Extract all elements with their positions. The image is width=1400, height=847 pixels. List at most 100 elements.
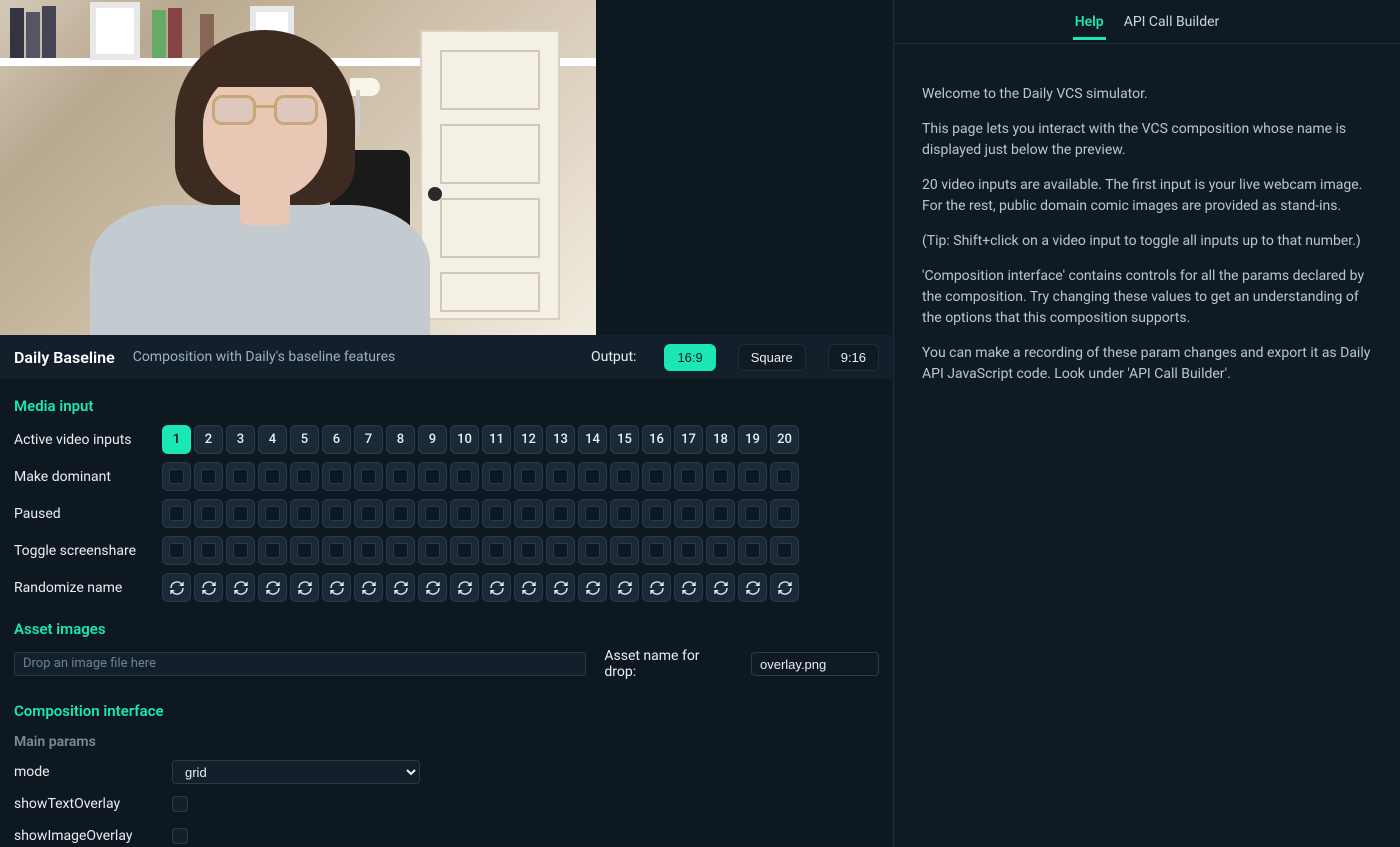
toggle-screenshare-17[interactable]: [674, 536, 703, 565]
toggle-screenshare-20[interactable]: [770, 536, 799, 565]
make-dominant-14[interactable]: [578, 462, 607, 491]
video-input-7[interactable]: 7: [354, 425, 383, 454]
paused-2[interactable]: [194, 499, 223, 528]
video-input-4[interactable]: 4: [258, 425, 287, 454]
toggle-screenshare-1[interactable]: [162, 536, 191, 565]
toggle-screenshare-11[interactable]: [482, 536, 511, 565]
paused-7[interactable]: [354, 499, 383, 528]
video-input-19[interactable]: 19: [738, 425, 767, 454]
randomize-name-17[interactable]: [674, 573, 703, 602]
paused-5[interactable]: [290, 499, 319, 528]
paused-15[interactable]: [610, 499, 639, 528]
mode-select[interactable]: grid: [172, 760, 420, 784]
make-dominant-3[interactable]: [226, 462, 255, 491]
paused-18[interactable]: [706, 499, 735, 528]
toggle-screenshare-19[interactable]: [738, 536, 767, 565]
video-input-10[interactable]: 10: [450, 425, 479, 454]
video-input-8[interactable]: 8: [386, 425, 415, 454]
video-input-18[interactable]: 18: [706, 425, 735, 454]
toggle-screenshare-2[interactable]: [194, 536, 223, 565]
asset-name-input[interactable]: [751, 652, 879, 676]
make-dominant-18[interactable]: [706, 462, 735, 491]
randomize-name-7[interactable]: [354, 573, 383, 602]
randomize-name-14[interactable]: [578, 573, 607, 602]
aspect-9-16-button[interactable]: 9:16: [828, 344, 879, 371]
paused-16[interactable]: [642, 499, 671, 528]
make-dominant-20[interactable]: [770, 462, 799, 491]
toggle-screenshare-15[interactable]: [610, 536, 639, 565]
paused-4[interactable]: [258, 499, 287, 528]
paused-17[interactable]: [674, 499, 703, 528]
make-dominant-11[interactable]: [482, 462, 511, 491]
video-input-1[interactable]: 1: [162, 425, 191, 454]
randomize-name-10[interactable]: [450, 573, 479, 602]
make-dominant-12[interactable]: [514, 462, 543, 491]
randomize-name-12[interactable]: [514, 573, 543, 602]
make-dominant-13[interactable]: [546, 462, 575, 491]
paused-11[interactable]: [482, 499, 511, 528]
make-dominant-2[interactable]: [194, 462, 223, 491]
asset-drop-zone[interactable]: Drop an image file here: [14, 652, 586, 676]
video-input-2[interactable]: 2: [194, 425, 223, 454]
toggle-screenshare-13[interactable]: [546, 536, 575, 565]
toggle-screenshare-5[interactable]: [290, 536, 319, 565]
video-input-13[interactable]: 13: [546, 425, 575, 454]
randomize-name-3[interactable]: [226, 573, 255, 602]
video-input-6[interactable]: 6: [322, 425, 351, 454]
randomize-name-6[interactable]: [322, 573, 351, 602]
make-dominant-17[interactable]: [674, 462, 703, 491]
paused-10[interactable]: [450, 499, 479, 528]
randomize-name-8[interactable]: [386, 573, 415, 602]
toggle-screenshare-14[interactable]: [578, 536, 607, 565]
randomize-name-11[interactable]: [482, 573, 511, 602]
aspect-16-9-button[interactable]: 16:9: [664, 344, 715, 371]
video-input-11[interactable]: 11: [482, 425, 511, 454]
randomize-name-4[interactable]: [258, 573, 287, 602]
paused-19[interactable]: [738, 499, 767, 528]
paused-6[interactable]: [322, 499, 351, 528]
toggle-screenshare-7[interactable]: [354, 536, 383, 565]
toggle-screenshare-3[interactable]: [226, 536, 255, 565]
paused-9[interactable]: [418, 499, 447, 528]
make-dominant-15[interactable]: [610, 462, 639, 491]
randomize-name-15[interactable]: [610, 573, 639, 602]
randomize-name-13[interactable]: [546, 573, 575, 602]
video-input-17[interactable]: 17: [674, 425, 703, 454]
randomize-name-16[interactable]: [642, 573, 671, 602]
paused-14[interactable]: [578, 499, 607, 528]
tab-help[interactable]: Help: [1073, 4, 1106, 40]
toggle-screenshare-4[interactable]: [258, 536, 287, 565]
video-input-14[interactable]: 14: [578, 425, 607, 454]
video-input-16[interactable]: 16: [642, 425, 671, 454]
video-input-3[interactable]: 3: [226, 425, 255, 454]
video-input-9[interactable]: 9: [418, 425, 447, 454]
toggle-screenshare-9[interactable]: [418, 536, 447, 565]
toggle-screenshare-6[interactable]: [322, 536, 351, 565]
paused-8[interactable]: [386, 499, 415, 528]
video-input-5[interactable]: 5: [290, 425, 319, 454]
paused-3[interactable]: [226, 499, 255, 528]
video-input-15[interactable]: 15: [610, 425, 639, 454]
tab-api-call-builder[interactable]: API Call Builder: [1122, 4, 1222, 40]
make-dominant-8[interactable]: [386, 462, 415, 491]
make-dominant-7[interactable]: [354, 462, 383, 491]
make-dominant-19[interactable]: [738, 462, 767, 491]
paused-12[interactable]: [514, 499, 543, 528]
randomize-name-18[interactable]: [706, 573, 735, 602]
video-input-20[interactable]: 20: [770, 425, 799, 454]
paused-20[interactable]: [770, 499, 799, 528]
paused-1[interactable]: [162, 499, 191, 528]
randomize-name-5[interactable]: [290, 573, 319, 602]
make-dominant-5[interactable]: [290, 462, 319, 491]
show-text-overlay-checkbox[interactable]: [172, 796, 188, 812]
randomize-name-19[interactable]: [738, 573, 767, 602]
toggle-screenshare-8[interactable]: [386, 536, 415, 565]
make-dominant-1[interactable]: [162, 462, 191, 491]
randomize-name-1[interactable]: [162, 573, 191, 602]
toggle-screenshare-12[interactable]: [514, 536, 543, 565]
randomize-name-20[interactable]: [770, 573, 799, 602]
video-input-12[interactable]: 12: [514, 425, 543, 454]
paused-13[interactable]: [546, 499, 575, 528]
toggle-screenshare-16[interactable]: [642, 536, 671, 565]
toggle-screenshare-10[interactable]: [450, 536, 479, 565]
